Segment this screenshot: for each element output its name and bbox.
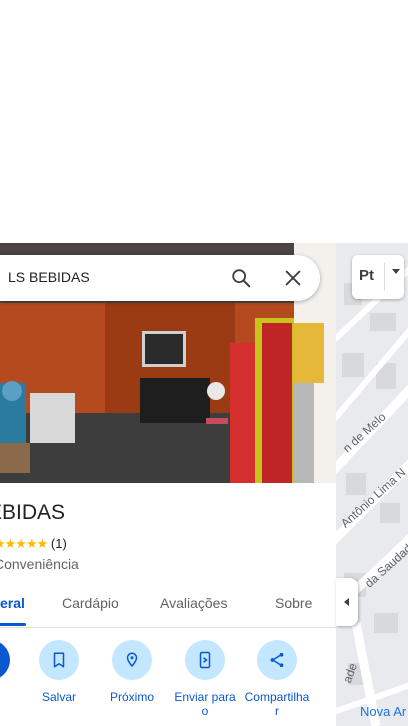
nearby-icon — [126, 652, 138, 668]
collapse-panel-button[interactable] — [336, 578, 358, 626]
map-place-label[interactable]: Nova Ar — [360, 704, 406, 719]
search-bar[interactable]: LS BEBIDAS — [0, 255, 320, 301]
chevron-left-icon — [344, 598, 349, 606]
share-label: Compartilha r — [244, 690, 310, 718]
star-rating-icon: ★★★★★ — [0, 536, 48, 551]
search-input[interactable]: LS BEBIDAS — [8, 269, 90, 285]
send-to-phone-button[interactable]: Enviar para o. — [168, 640, 242, 726]
save-button[interactable]: Salvar — [22, 640, 96, 704]
rating-row[interactable]: ★★★★★ (1) — [0, 536, 67, 552]
tab-reviews[interactable]: Avaliações — [160, 595, 227, 611]
search-icon[interactable] — [230, 267, 252, 289]
place-category[interactable]: Conveniência — [0, 556, 79, 572]
close-icon[interactable] — [282, 267, 304, 289]
bookmark-icon — [53, 652, 65, 668]
place-tabs: eral Cardápio Avaliações Sobre — [0, 583, 336, 628]
nearby-button[interactable]: Próximo — [95, 640, 169, 704]
layer-label: Pt — [359, 267, 374, 284]
tab-overview[interactable]: eral — [0, 595, 25, 611]
rating-count: (1) — [50, 536, 67, 551]
send-to-phone-icon — [199, 651, 211, 669]
share-icon — [270, 652, 284, 668]
save-label: Salvar — [41, 690, 76, 704]
active-tab-indicator — [0, 623, 26, 626]
place-panel: LS BEBIDAS EBIDAS ★★★★★ (1) Conveniência… — [0, 243, 336, 726]
layer-divider — [384, 263, 385, 291]
tab-menu[interactable]: Cardápio — [62, 595, 119, 611]
share-button[interactable]: Compartilha r — [240, 640, 314, 718]
tab-about[interactable]: Sobre — [275, 595, 312, 611]
place-title: EBIDAS — [0, 501, 66, 524]
top-blank-area — [0, 0, 408, 243]
send-to-phone-label: Enviar para o. — [174, 690, 236, 726]
chevron-down-icon[interactable] — [392, 269, 400, 274]
map-layer-button[interactable]: Pt — [352, 255, 404, 299]
directions-icon — [0, 640, 10, 680]
nearby-label: Próximo — [109, 690, 154, 704]
